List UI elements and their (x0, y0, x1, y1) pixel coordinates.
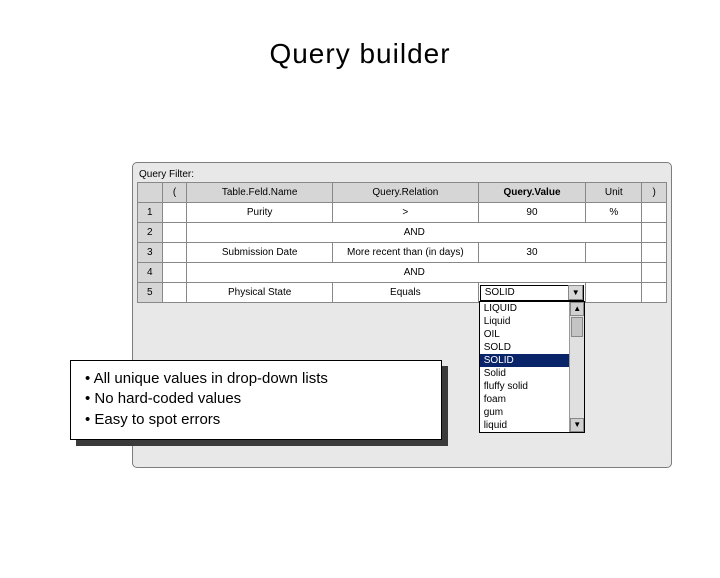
table-row[interactable]: 3 Submission Date More recent than (in d… (138, 243, 667, 263)
header-rparen: ) (642, 183, 667, 203)
row-number: 4 (138, 263, 163, 283)
table-row[interactable]: 1 Purity > 90 % (138, 203, 667, 223)
dropdown-option[interactable]: SOLD (480, 341, 570, 354)
scroll-thumb[interactable] (571, 317, 583, 337)
callout-bullet: • No hard-coded values (85, 389, 427, 409)
dropdown-option[interactable]: SOLID (480, 354, 570, 367)
dropdown-option[interactable]: foam (480, 393, 570, 406)
page-title: Query builder (0, 38, 720, 70)
table-row[interactable]: 5 Physical State Equals SOLID ▼ LIQUIDLi… (138, 283, 667, 303)
and-operator[interactable]: AND (187, 263, 642, 283)
dropdown-list[interactable]: LIQUIDLiquidOILSOLDSOLIDSolidfluffy soli… (479, 301, 586, 433)
scroll-down-icon[interactable]: ▼ (570, 418, 584, 432)
dropdown-option[interactable]: LIQUID (480, 302, 570, 315)
table-row[interactable]: 4 AND (138, 263, 667, 283)
scrollbar[interactable]: ▲ ▼ (569, 302, 584, 432)
dropdown-option[interactable]: OIL (480, 328, 570, 341)
field-cell[interactable]: Physical State (187, 283, 333, 303)
dropdown-option[interactable]: fluffy solid (480, 380, 570, 393)
table-row[interactable]: 2 AND (138, 223, 667, 243)
header-unit: Unit (586, 183, 642, 203)
filter-label: Query Filter: (133, 163, 671, 182)
relation-cell[interactable]: Equals (333, 283, 479, 303)
header-lparen: ( (162, 183, 187, 203)
dropdown-option[interactable]: Liquid (480, 315, 570, 328)
field-cell[interactable]: Submission Date (187, 243, 333, 263)
header-row: ( Table.Feld.Name Query.Relation Query.V… (138, 183, 667, 203)
unit-cell[interactable] (586, 243, 642, 263)
value-cell[interactable]: 90 (478, 203, 586, 223)
value-dropdown[interactable]: SOLID ▼ (480, 285, 585, 301)
value-cell[interactable]: 30 (478, 243, 586, 263)
relation-cell[interactable]: > (333, 203, 479, 223)
header-field: Table.Feld.Name (187, 183, 333, 203)
header-value: Query.Value (478, 183, 586, 203)
dropdown-option[interactable]: liquid (480, 419, 570, 432)
dropdown-selected-text: SOLID (485, 287, 515, 298)
callout-box: • All unique values in drop-down lists •… (70, 360, 442, 440)
row-number: 1 (138, 203, 163, 223)
callout-bullet: • Easy to spot errors (85, 410, 427, 430)
dropdown-option[interactable]: gum (480, 406, 570, 419)
and-operator[interactable]: AND (187, 223, 642, 243)
header-relation: Query.Relation (333, 183, 479, 203)
row-number: 3 (138, 243, 163, 263)
query-table: ( Table.Feld.Name Query.Relation Query.V… (137, 182, 667, 303)
relation-cell[interactable]: More recent than (in days) (333, 243, 479, 263)
chevron-down-icon[interactable]: ▼ (568, 285, 583, 300)
unit-cell[interactable]: % (586, 203, 642, 223)
scroll-up-icon[interactable]: ▲ (570, 302, 584, 316)
row-number: 2 (138, 223, 163, 243)
callout-bullet: • All unique values in drop-down lists (85, 369, 427, 389)
field-cell[interactable]: Purity (187, 203, 333, 223)
row-number: 5 (138, 283, 163, 303)
dropdown-option[interactable]: Solid (480, 367, 570, 380)
